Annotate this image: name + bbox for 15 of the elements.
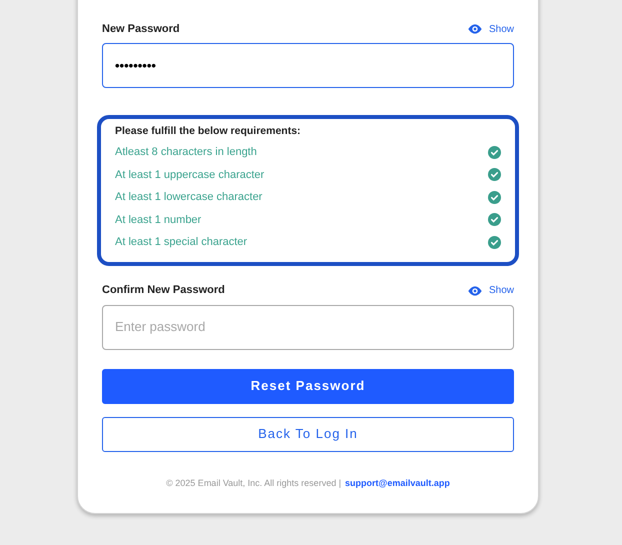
- reset-button[interactable]: Reset Password: [102, 368, 514, 404]
- support-link[interactable]: support@emailvault.app: [345, 476, 450, 490]
- requirement-text: At least 1 lowercase character: [115, 190, 262, 205]
- field-label: Confirm New Password: [102, 283, 225, 298]
- requirement-text: At least 1 uppercase character: [115, 168, 264, 182]
- back-button[interactable]: Back To Log In: [102, 416, 514, 452]
- show-toggle[interactable]: Show: [466, 21, 514, 37]
- password-field[interactable]: •••••••••: [102, 43, 514, 88]
- field-label: New Password: [102, 22, 180, 37]
- requirement-text: At least 1 special character: [115, 235, 248, 250]
- requirement-text: Atleast 8 characters in length: [115, 145, 257, 160]
- show-toggle[interactable]: Show: [466, 282, 514, 298]
- requirement-text: At least 1 number: [115, 212, 202, 228]
- copyright-text: © 2025 Email Vault, Inc. All rights reserved |: [166, 476, 342, 490]
- requirements-title: Please fulfill the below requirements:: [115, 124, 302, 140]
